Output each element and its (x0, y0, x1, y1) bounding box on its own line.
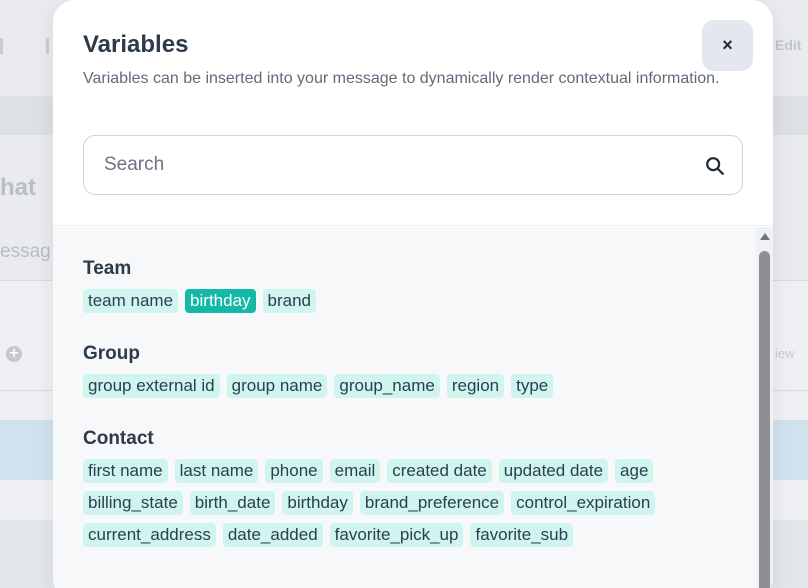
modal-body: Team team name birthday brand Group grou… (53, 227, 773, 588)
search-input[interactable] (104, 136, 684, 194)
variable-tag[interactable]: favorite_sub (470, 523, 574, 547)
section-title-contact: Contact (83, 428, 154, 449)
variable-tag[interactable]: birth_date (189, 491, 276, 515)
scrollbar[interactable] (756, 227, 773, 588)
group-tag-list: group external id group name group_name … (83, 374, 723, 398)
variable-tag[interactable]: first name (83, 459, 168, 483)
variable-tag[interactable]: created date (387, 459, 492, 483)
modal-header: Variables Variables can be inserted into… (53, 0, 773, 226)
variable-tag[interactable]: current_address (83, 523, 216, 547)
plus-icon: + (6, 346, 22, 362)
variable-tag[interactable]: phone (265, 459, 323, 483)
team-section: Team team name birthday brand (83, 258, 723, 313)
contact-section: Contact first name last name phone email… (83, 428, 723, 547)
search-icon[interactable] (704, 155, 726, 177)
section-title-team: Team (83, 258, 132, 279)
variable-tag[interactable]: group external id (83, 374, 220, 398)
scroll-up-arrow-icon[interactable] (760, 233, 770, 240)
variable-tag-active[interactable]: birthday (185, 289, 256, 313)
variable-tag[interactable]: age (615, 459, 654, 483)
variable-tag[interactable]: control_expiration (511, 491, 656, 515)
close-button[interactable]: × (702, 20, 753, 71)
background-edit-link: Edit (775, 37, 802, 53)
variable-tag[interactable]: region (446, 374, 505, 398)
variable-tag[interactable]: date_added (222, 523, 323, 547)
variable-tag[interactable]: brand (262, 289, 317, 313)
variable-tag[interactable]: updated date (498, 459, 609, 483)
group-section: Group group external id group name group… (83, 343, 723, 398)
team-tag-list: team name birthday brand (83, 289, 723, 313)
section-title-group: Group (83, 343, 140, 364)
contact-tag-list: first name last name phone email created… (83, 459, 723, 547)
variable-tag[interactable]: last name (174, 459, 259, 483)
variable-tag[interactable]: birthday (282, 491, 353, 515)
variable-tag[interactable]: team name (83, 289, 179, 313)
background-divider (46, 38, 49, 54)
variable-tag[interactable]: brand_preference (359, 491, 505, 515)
variable-tag[interactable]: group name (226, 374, 328, 398)
search-box (83, 135, 743, 195)
background-heading: hat (0, 174, 36, 201)
background-subheading: essag (0, 241, 51, 262)
modal-title: Variables (83, 31, 189, 58)
background-divider (0, 38, 3, 54)
variables-modal: Variables Variables can be inserted into… (53, 0, 773, 588)
variable-tag[interactable]: type (511, 374, 554, 398)
scrollbar-thumb[interactable] (759, 251, 770, 588)
close-icon: × (722, 35, 733, 55)
variable-tag[interactable]: billing_state (83, 491, 183, 515)
modal-description: Variables can be inserted into your mess… (83, 70, 720, 87)
background-view-link: iew (775, 346, 795, 361)
variable-tag[interactable]: email (329, 459, 381, 483)
variable-tag[interactable]: group_name (334, 374, 440, 398)
variable-tag[interactable]: favorite_pick_up (329, 523, 464, 547)
